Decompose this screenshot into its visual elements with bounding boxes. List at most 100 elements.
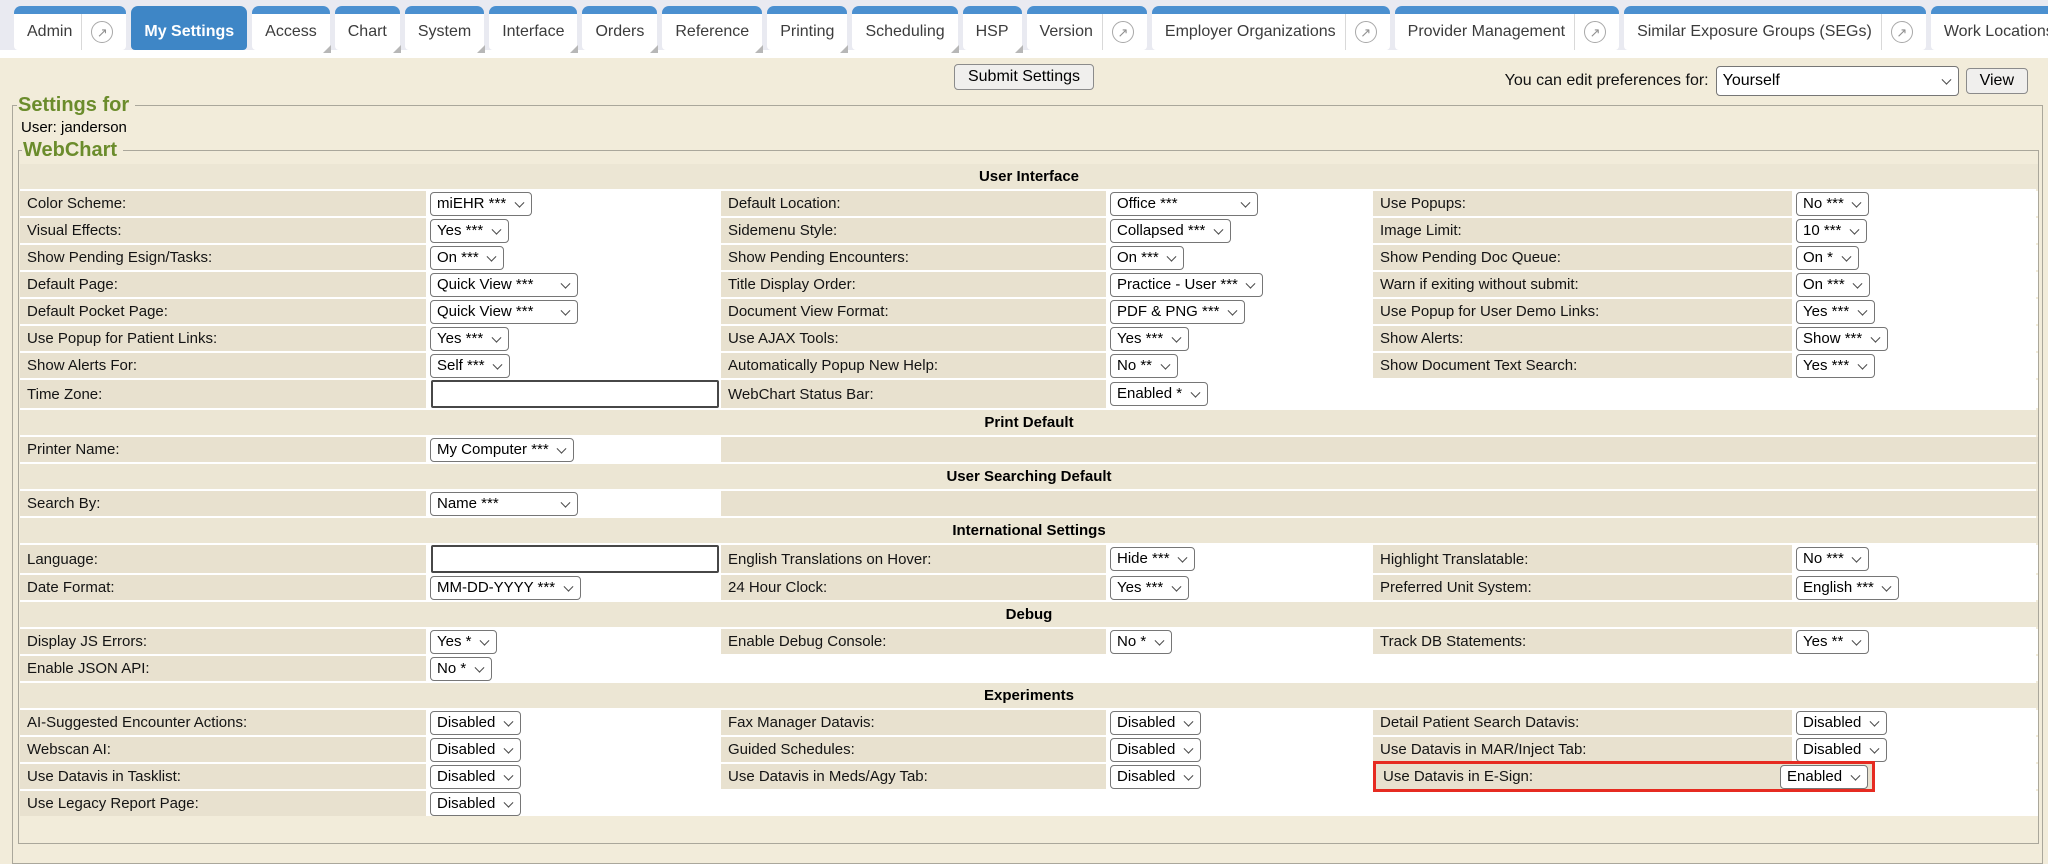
tab-access[interactable]: Access	[252, 6, 330, 50]
field-label-default-location: Default Location:	[721, 191, 1106, 216]
tab-cap	[1027, 6, 1147, 14]
tab-my-settings[interactable]: My Settings	[131, 6, 247, 50]
display-js-errors-select[interactable]: Yes *	[430, 630, 497, 654]
submit-settings-button[interactable]: Submit Settings	[954, 64, 1094, 90]
view-button[interactable]: View	[1966, 68, 2028, 94]
show-pending-doc-queue-select-wrap: On *	[1796, 246, 1859, 270]
image-limit-select[interactable]: 10 ***	[1796, 219, 1867, 243]
show-alerts-for-select[interactable]: Self ***	[430, 354, 510, 378]
field-value-enable-json-api: No *	[428, 656, 719, 681]
field-value-show-pending-encounters: On ***	[1108, 245, 1371, 270]
field-label-highlight-translatable: Highlight Translatable:	[1373, 545, 1792, 573]
field-label-image-limit: Image Limit:	[1373, 218, 1792, 243]
tab-cap	[1624, 6, 1926, 14]
enable-debug-console-select-wrap: No *	[1110, 630, 1172, 654]
detail-patient-search-datavis-select[interactable]: Disabled	[1796, 711, 1887, 735]
field-label-default-page: Default Page:	[20, 272, 426, 297]
field-value-document-view-format: PDF & PNG ***	[1108, 299, 1371, 324]
tab-admin[interactable]: Admin↗	[14, 6, 126, 50]
default-page-select[interactable]: Quick View ***	[430, 273, 578, 297]
default-page-select-wrap: Quick View ***	[430, 273, 578, 297]
enable-debug-console-select[interactable]: No *	[1110, 630, 1172, 654]
field-label-title-display-order: Title Display Order:	[721, 272, 1106, 297]
printer-name-select[interactable]: My Computer ***	[430, 438, 574, 462]
warn-if-exiting-without-submit-select[interactable]: On ***	[1796, 273, 1870, 297]
document-view-format-select[interactable]: PDF & PNG ***	[1110, 300, 1245, 324]
tab-chart[interactable]: Chart	[335, 6, 400, 50]
field-label-show-document-text-search: Show Document Text Search:	[1373, 353, 1792, 378]
enable-json-api-select[interactable]: No *	[430, 657, 492, 681]
webchart-status-bar-select[interactable]: Enabled *	[1110, 382, 1208, 406]
empty-cell	[1373, 656, 2038, 681]
use-datavis-in-mar-inject-tab-select[interactable]: Disabled	[1796, 738, 1887, 762]
language-input[interactable]	[431, 545, 719, 573]
use-datavis-in-tasklist-select[interactable]: Disabled	[430, 765, 521, 789]
use-legacy-report-page-select[interactable]: Disabled	[430, 792, 521, 816]
external-link-icon[interactable]: ↗	[91, 21, 113, 43]
show-pending-doc-queue-select[interactable]: On *	[1796, 246, 1859, 270]
field-value-guided-schedules: Disabled	[1108, 737, 1371, 762]
guided-schedules-select[interactable]: Disabled	[1110, 738, 1201, 762]
tab-employer-organizations[interactable]: Employer Organizations↗	[1152, 6, 1390, 50]
tab-divider	[1345, 14, 1346, 50]
track-db-statements-select[interactable]: Yes **	[1796, 630, 1869, 654]
title-display-order-select[interactable]: Practice - User ***	[1110, 273, 1263, 297]
use-popups-select[interactable]: No ***	[1796, 192, 1869, 216]
use-popup-for-patient-links-select[interactable]: Yes ***	[430, 327, 509, 351]
tab-hsp[interactable]: HSP	[963, 6, 1022, 50]
section-header-user-searching-default: User Searching Default	[20, 464, 2038, 489]
external-link-icon[interactable]: ↗	[1891, 21, 1913, 43]
show-pending-encounters-select[interactable]: On ***	[1110, 246, 1184, 270]
tab-version[interactable]: Version↗	[1027, 6, 1147, 50]
tab-cap	[1395, 6, 1619, 14]
field-value-color-scheme: miEHR ***	[428, 191, 719, 216]
fax-manager-datavis-select[interactable]: Disabled	[1110, 711, 1201, 735]
field-label-show-pending-doc-queue: Show Pending Doc Queue:	[1373, 245, 1792, 270]
search-by-select-wrap: Name ***	[430, 492, 578, 516]
use-datavis-in-e-sign-select[interactable]: Enabled	[1780, 765, 1868, 789]
field-value-preferred-unit-system: English ***	[1794, 575, 2038, 600]
ai-suggested-encounter-actions-select[interactable]: Disabled	[430, 711, 521, 735]
tab-cap	[963, 6, 1022, 14]
field-label-24-hour-clock: 24 Hour Clock:	[721, 575, 1106, 600]
tab-provider-management[interactable]: Provider Management↗	[1395, 6, 1619, 50]
tab-orders[interactable]: Orders	[582, 6, 657, 50]
use-datavis-in-meds-agy-tab-select[interactable]: Disabled	[1110, 765, 1201, 789]
highlight-translatable-select[interactable]: No ***	[1796, 547, 1869, 571]
dropdown-fold-icon	[650, 45, 658, 53]
tab-printing[interactable]: Printing	[767, 6, 847, 50]
field-value-show-pending-esign-tasks: On ***	[428, 245, 719, 270]
external-link-icon[interactable]: ↗	[1355, 21, 1377, 43]
sidemenu-style-select[interactable]: Collapsed ***	[1110, 219, 1231, 243]
show-pending-esign-tasks-select[interactable]: On ***	[430, 246, 504, 270]
webscan-ai-select[interactable]: Disabled	[430, 738, 521, 762]
color-scheme-select[interactable]: miEHR ***	[430, 192, 532, 216]
field-value-24-hour-clock: Yes ***	[1108, 575, 1371, 600]
date-format-select[interactable]: MM-DD-YYYY ***	[430, 576, 581, 600]
preferred-unit-system-select[interactable]: English ***	[1796, 576, 1899, 600]
tab-scheduling[interactable]: Scheduling	[852, 6, 957, 50]
default-pocket-page-select[interactable]: Quick View ***	[430, 300, 578, 324]
tab-system[interactable]: System	[405, 6, 484, 50]
preferences-select[interactable]: Yourself	[1716, 66, 1959, 96]
english-translations-on-hover-select[interactable]: Hide ***	[1110, 547, 1195, 571]
show-alerts-select[interactable]: Show ***	[1796, 327, 1888, 351]
empty-cell	[1875, 764, 2038, 789]
24-hour-clock-select[interactable]: Yes ***	[1110, 576, 1189, 600]
settings-for-fieldset: Settings for User: janderson WebChart Us…	[12, 94, 2043, 864]
external-link-icon[interactable]: ↗	[1584, 21, 1606, 43]
tab-interface[interactable]: Interface	[489, 6, 577, 50]
use-ajax-tools-select[interactable]: Yes ***	[1110, 327, 1189, 351]
default-location-select[interactable]: Office ***	[1110, 192, 1258, 216]
use-popup-for-user-demo-links-select[interactable]: Yes ***	[1796, 300, 1875, 324]
automatically-popup-new-help-select[interactable]: No **	[1110, 354, 1178, 378]
dropdown-fold-icon	[840, 45, 848, 53]
visual-effects-select[interactable]: Yes ***	[430, 219, 509, 243]
external-link-icon[interactable]: ↗	[1112, 21, 1134, 43]
tab-work-locations[interactable]: Work Locations↗	[1931, 6, 2048, 50]
tab-similar-exposure-groups-segs[interactable]: Similar Exposure Groups (SEGs)↗	[1624, 6, 1926, 50]
tab-reference[interactable]: Reference	[662, 6, 762, 50]
time-zone-input[interactable]	[431, 380, 719, 408]
show-document-text-search-select[interactable]: Yes ***	[1796, 354, 1875, 378]
search-by-select[interactable]: Name ***	[430, 492, 578, 516]
